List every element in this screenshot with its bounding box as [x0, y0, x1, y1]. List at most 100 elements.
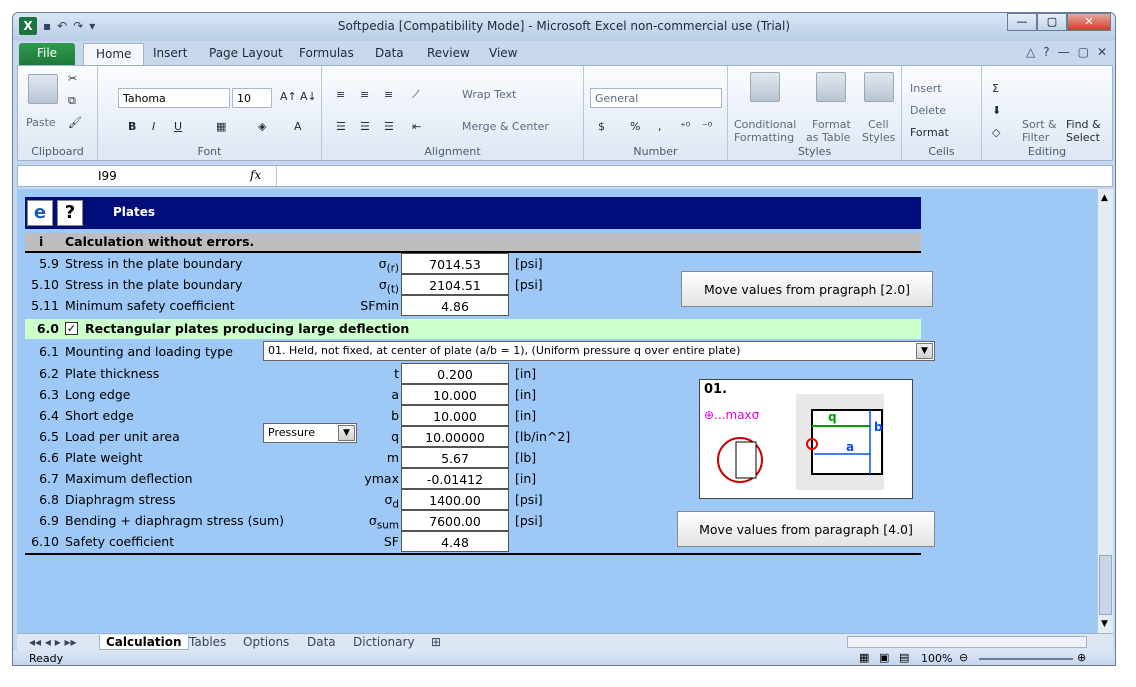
copy-icon[interactable]: ⧉ [68, 94, 76, 108]
scroll-up-icon[interactable]: ▲ [1101, 193, 1108, 203]
fill-icon[interactable]: ⬇ [992, 104, 1001, 117]
zoom-in-icon[interactable]: ⊕ [1077, 651, 1086, 664]
indent-icon[interactable]: ⇤ [412, 120, 421, 133]
sheet-tab-tables[interactable]: Tables [183, 635, 232, 649]
fill-color-icon[interactable]: ◈ [258, 120, 266, 133]
paste-label[interactable]: Paste [26, 116, 56, 129]
mounting-type-select[interactable]: 01. Held, not fixed, at center of plate … [263, 341, 935, 361]
conditional-formatting-label-2[interactable]: Formatting [734, 131, 794, 144]
load-type-select[interactable]: Pressure ▼ [263, 423, 357, 443]
name-box[interactable]: I99 [22, 166, 194, 186]
format-as-table-label[interactable]: Format [812, 118, 851, 131]
row-value[interactable]: 2104.51 [401, 274, 509, 295]
tab-insert[interactable]: Insert [141, 43, 199, 65]
row-value[interactable]: 10.00000 [401, 426, 509, 447]
italic-button[interactable]: I [152, 120, 155, 133]
page-layout-view-icon[interactable]: ▣ [879, 651, 889, 664]
minimize-ribbon-icon[interactable]: △ [1026, 45, 1035, 59]
align-bottom-icon[interactable]: ≡ [384, 88, 393, 101]
sort-filter-label[interactable]: Sort & [1022, 118, 1057, 131]
row-value[interactable]: 10.000 [401, 384, 509, 405]
normal-view-icon[interactable]: ▦ [859, 651, 869, 664]
section-checkbox[interactable]: ✓ [65, 322, 78, 335]
zoom-level[interactable]: 100% [921, 652, 952, 665]
sort-filter-label-2[interactable]: Filter [1022, 131, 1049, 144]
move-values-bottom-button[interactable]: Move values from paragraph [4.0] [677, 511, 935, 547]
format-as-table-icon[interactable] [816, 72, 846, 102]
format-painter-icon[interactable]: 🖌 [68, 116, 82, 129]
decrease-decimal-icon[interactable]: ⁻⁰ [702, 120, 712, 133]
orientation-icon[interactable]: ⟋ [412, 88, 420, 102]
worksheet[interactable]: e ? Plates i Calculation without errors.… [17, 189, 1097, 633]
doc-restore-icon[interactable]: ▢ [1078, 45, 1089, 59]
find-select-label-2[interactable]: Select [1066, 131, 1100, 144]
tab-nav-icon[interactable]: ◂◂ ◂ ▸ ▸▸ [23, 635, 83, 649]
row-value[interactable]: 0.200 [401, 363, 509, 384]
tab-file[interactable]: File [19, 43, 75, 65]
close-button[interactable]: ✕ [1067, 13, 1111, 31]
autosum-button[interactable]: Σ [992, 82, 999, 95]
conditional-formatting-label[interactable]: Conditional [734, 118, 796, 131]
sheet-tab-dictionary[interactable]: Dictionary [347, 635, 421, 649]
row-value[interactable]: 5.67 [401, 447, 509, 468]
underline-button[interactable]: U [174, 120, 182, 133]
row-value[interactable]: 4.86 [401, 295, 509, 316]
row-value[interactable]: 10.000 [401, 405, 509, 426]
bold-button[interactable]: B [128, 120, 136, 133]
delete-cells-button[interactable]: Delete [910, 104, 946, 117]
conditional-formatting-icon[interactable] [750, 72, 780, 102]
cut-icon[interactable]: ✂ [68, 72, 77, 85]
clear-icon[interactable]: ◇ [992, 126, 1000, 139]
format-cells-button[interactable]: Format [910, 126, 949, 139]
font-name-select[interactable]: Tahoma [118, 88, 230, 108]
align-left-icon[interactable]: ☰ [336, 120, 346, 133]
grow-font-icon[interactable]: A↑ [280, 90, 297, 103]
browser-icon[interactable]: e [27, 200, 53, 226]
paste-icon[interactable] [28, 74, 58, 104]
row-value[interactable]: 1400.00 [401, 489, 509, 510]
align-top-icon[interactable]: ≡ [336, 88, 345, 101]
zoom-out-icon[interactable]: ⊖ [959, 651, 968, 664]
row-value[interactable]: 7014.53 [401, 253, 509, 274]
merge-center-button[interactable]: Merge & Center [462, 120, 549, 133]
insert-function-button[interactable]: fx [250, 168, 261, 182]
doc-close-icon[interactable]: ✕ [1097, 45, 1107, 59]
cell-styles-label-2[interactable]: Styles [862, 131, 895, 144]
page-break-view-icon[interactable]: ▤ [899, 651, 909, 664]
tab-view[interactable]: View [477, 43, 529, 65]
vertical-scrollbar[interactable]: ▲ ▼ [1097, 189, 1113, 633]
help-icon[interactable]: ? [1043, 45, 1049, 59]
row-value[interactable]: 4.48 [401, 531, 509, 552]
align-middle-icon[interactable]: ≡ [360, 88, 369, 101]
tab-data[interactable]: Data [363, 43, 416, 65]
insert-sheet-icon[interactable]: ⊞ [425, 635, 447, 649]
percent-button[interactable]: % [630, 120, 640, 133]
borders-icon[interactable]: ▦ [216, 120, 226, 133]
scroll-down-icon[interactable]: ▼ [1101, 619, 1108, 629]
minimize-button[interactable]: — [1007, 13, 1037, 31]
maximize-button[interactable]: ▢ [1037, 13, 1067, 31]
sheet-tab-options[interactable]: Options [237, 635, 295, 649]
insert-cells-button[interactable]: Insert [910, 82, 942, 95]
tab-home[interactable]: Home [83, 43, 145, 65]
move-values-top-button[interactable]: Move values from pragraph [2.0] [681, 271, 933, 307]
help-question-icon[interactable]: ? [57, 200, 83, 226]
currency-button[interactable]: $ [598, 120, 605, 133]
number-format-select[interactable]: General [590, 88, 722, 108]
tab-formulas[interactable]: Formulas [287, 43, 366, 65]
cell-styles-icon[interactable] [864, 72, 894, 102]
font-color-icon[interactable]: A [294, 120, 302, 133]
tab-page-layout[interactable]: Page Layout [197, 43, 295, 65]
chevron-down-icon[interactable]: ▼ [338, 425, 355, 441]
sheet-tab-data[interactable]: Data [301, 635, 342, 649]
zoom-slider[interactable] [979, 658, 1073, 660]
comma-button[interactable]: , [658, 120, 662, 133]
find-select-label[interactable]: Find & [1066, 118, 1101, 131]
scroll-thumb[interactable] [1099, 555, 1112, 615]
align-right-icon[interactable]: ☰ [384, 120, 394, 133]
horizontal-scrollbar[interactable] [847, 636, 1087, 648]
shrink-font-icon[interactable]: A↓ [300, 90, 317, 103]
increase-decimal-icon[interactable]: ⁺⁰ [680, 120, 690, 133]
sheet-tab-calculation[interactable]: Calculation [99, 635, 189, 650]
align-center-icon[interactable]: ☰ [360, 120, 370, 133]
